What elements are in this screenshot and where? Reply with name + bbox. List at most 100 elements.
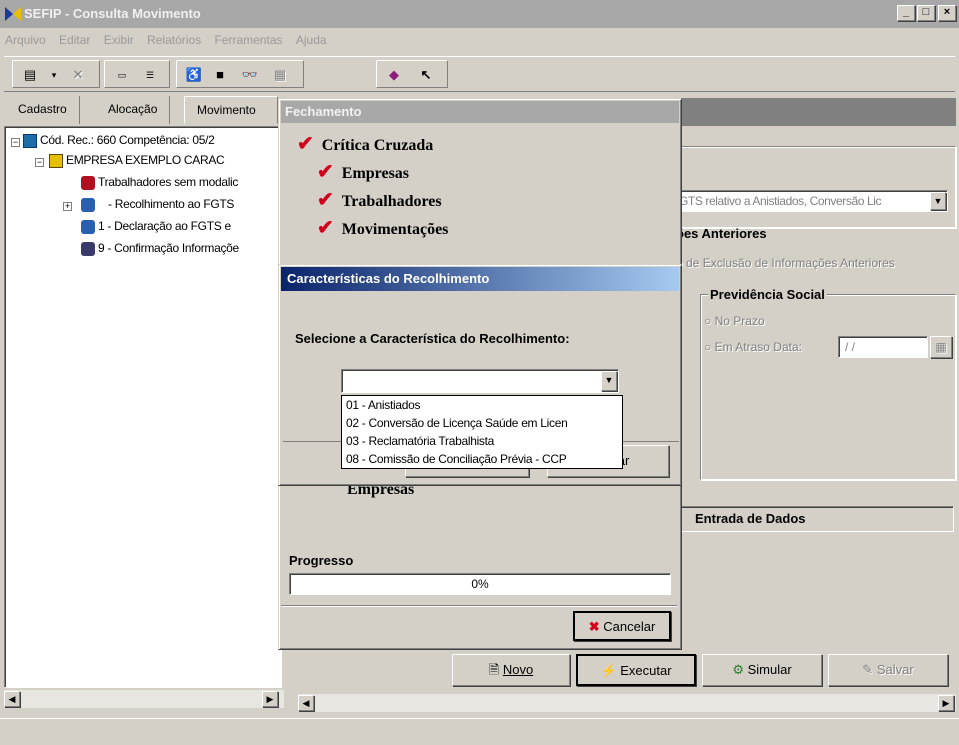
check-label: Trabalhadores [341,193,442,210]
characteristic-combo-value: GTS relativo a Anistiados, Conversão Lic [679,194,882,208]
caracteristicas-title: Características do Recolhimento [281,267,679,291]
tree-item-label: Trabalhadores sem modalic [98,175,239,189]
title-bar[interactable]: SEFIP - Consulta Movimento _ □ × [0,0,959,28]
accessibility-icon[interactable]: ♿ [183,65,205,85]
window-title: SEFIP - Consulta Movimento [24,6,201,21]
maximize-button[interactable]: □ [917,5,935,21]
binoculars-icon[interactable]: 👓 [239,65,261,85]
select-dropdown-icon[interactable]: ▼ [601,371,617,391]
radio-em-atraso-label: Em Atraso Data: [714,340,802,354]
delete-icon[interactable]: ✕ [67,65,89,85]
dropdown-arrow-icon[interactable]: ▾ [43,65,65,85]
progress-bar: 0% [289,573,671,595]
sefip-app-icon [5,7,21,21]
scroll-left-icon[interactable]: ◀ [298,695,314,711]
radio-em-atraso[interactable]: ○ Em Atraso Data: [704,340,802,354]
check-movimentacoes: ✔ Movimentações [317,215,448,240]
tree-root-label: Cód. Rec.: 660 Competência: 05/2 [40,133,215,147]
expand-recolhimento-icon[interactable]: + [63,202,72,211]
tab-alocacao[interactable]: Alocação [96,96,171,124]
tree-node-company[interactable]: EMPRESA EXEMPLO CARAC [49,153,225,168]
tree-horizontal-scrollbar[interactable]: ◀ ▶ [4,690,284,708]
collapse-company-icon[interactable]: − [35,158,44,167]
worker-blue-icon [81,219,95,234]
main-horizontal-scrollbar[interactable]: ◀ ▶ [298,694,956,712]
database-icon [23,133,37,148]
radio-no-prazo-label: No Prazo [714,314,765,328]
menu-bar: Arquivo Editar Exibir Relatórios Ferrame… [0,30,959,52]
simular-button[interactable]: ⚙ Simular [702,654,822,686]
menu-ajuda[interactable]: Ajuda [291,30,332,50]
simulate-icon: ⚙ [732,662,744,677]
check-trabalhadores: ✔ Trabalhadores [317,187,442,212]
caracteristica-dropdown-list[interactable]: 01 - Anistiados 02 - Conversão de Licenç… [341,395,623,469]
progress-label: Progresso [289,553,354,568]
eraser-icon[interactable]: ◆ [383,65,405,85]
check-label: Movimentações [341,221,449,238]
caracteristicas-dialog: Características do Recolhimento Selecion… [278,264,682,486]
menu-arquivo[interactable]: Arquivo [0,30,51,50]
check-critica-cruzada: ✔ Crítica Cruzada [297,131,433,156]
progress-value: 0% [471,577,489,591]
toolbar: ▤ ▾ ✕ ▭ ☰ ♿ ■ 👓 ▦ ◆ ↖ [4,56,955,92]
worker-dark-icon [81,241,95,256]
new-page-icon: 🗎 [488,662,500,677]
option-reclamatoria[interactable]: 03 - Reclamatória Trabalhista [342,432,622,450]
option-anistiados[interactable]: 01 - Anistiados [342,396,622,414]
toolbar-group-extra: ◆ ↖ [376,60,448,88]
calendar-icon[interactable]: ▦ [930,336,952,358]
fechamento-title: Fechamento [281,101,679,123]
new-doc-icon[interactable]: ▤ [19,65,41,85]
fechamento-cancel-button[interactable]: ✖ Cancelar [573,611,671,641]
tree-item-label: - Recolhimento ao FGTS [108,197,235,211]
caracteristica-select[interactable]: ▼ [341,369,619,393]
help-cursor-icon[interactable]: ↖ [415,65,437,85]
scroll-right-icon[interactable]: ▶ [262,691,278,707]
tree-node-trabalhadores[interactable]: Trabalhadores sem modalic [81,175,238,190]
salvar-label: Salvar [876,662,914,677]
characteristic-group [676,146,956,228]
scroll-right-icon[interactable]: ▶ [938,695,954,711]
minimize-button[interactable]: _ [897,5,915,21]
check-empresas: ✔ Empresas [317,159,409,184]
novo-label: Novo [502,662,534,677]
menu-relatorios[interactable]: Relatórios [142,30,206,50]
salvar-button[interactable]: ✎ Salvar [828,654,948,686]
novo-button[interactable]: 🗎 Novo [452,654,570,686]
worker-red-icon [81,175,95,190]
simular-label: Simular [747,662,792,677]
date-field[interactable]: / / [838,336,928,358]
menu-editar[interactable]: Editar [54,30,95,50]
combo-dropdown-icon[interactable]: ▼ [930,192,946,210]
tree-node-root[interactable]: Cód. Rec.: 660 Competência: 05/2 [23,133,215,148]
menu-ferramentas[interactable]: Ferramentas [209,30,287,50]
checkmark-icon: ✔ [297,133,314,155]
worker-blue-icon [81,197,95,212]
radio-no-prazo[interactable]: ○ No Prazo [704,314,765,328]
movement-tree[interactable]: − Cód. Rec.: 660 Competência: 05/2 − EMP… [4,126,282,688]
option-comissao-ccp[interactable]: 08 - Comissão de Conciliação Prévia - CC… [342,450,622,468]
executar-button[interactable]: ⚡ Executar [576,654,696,686]
tree-node-declaracao[interactable]: 1 - Declaração ao FGTS e [81,219,231,234]
tree-node-confirmacao[interactable]: 9 - Confirmação Informaçõe [81,241,239,256]
close-button[interactable]: × [938,5,956,21]
characteristic-combo[interactable]: GTS relativo a Anistiados, Conversão Lic… [676,190,948,212]
calculator-icon[interactable]: ▦ [269,65,291,85]
menu-exibir[interactable]: Exibir [99,30,139,50]
scroll-left-icon[interactable]: ◀ [4,691,20,707]
cancel-x-icon: ✖ [588,619,600,634]
radio-icon: ○ [704,314,712,328]
tab-cadastro[interactable]: Cadastro [6,96,80,124]
tab-movimento[interactable]: Movimento [184,96,278,124]
exclusao-checkbox-label[interactable]: o de Exclusão de Informações Anteriores [676,256,895,270]
status-bar [0,718,959,745]
list-view-icon[interactable]: ▭ [111,65,133,85]
checkmark-icon: ✔ [317,161,334,183]
anteriores-section-title: ões Anteriores [676,226,767,241]
detail-view-icon[interactable]: ☰ [139,65,161,85]
option-conversao-licenca[interactable]: 02 - Conversão de Licença Saúde em Licen [342,414,622,432]
right-panel-header [676,98,956,126]
collapse-root-icon[interactable]: − [11,138,20,147]
tree-node-recolhimento[interactable]: - Recolhimento ao FGTS [81,197,234,212]
stop-icon[interactable]: ■ [209,65,231,85]
